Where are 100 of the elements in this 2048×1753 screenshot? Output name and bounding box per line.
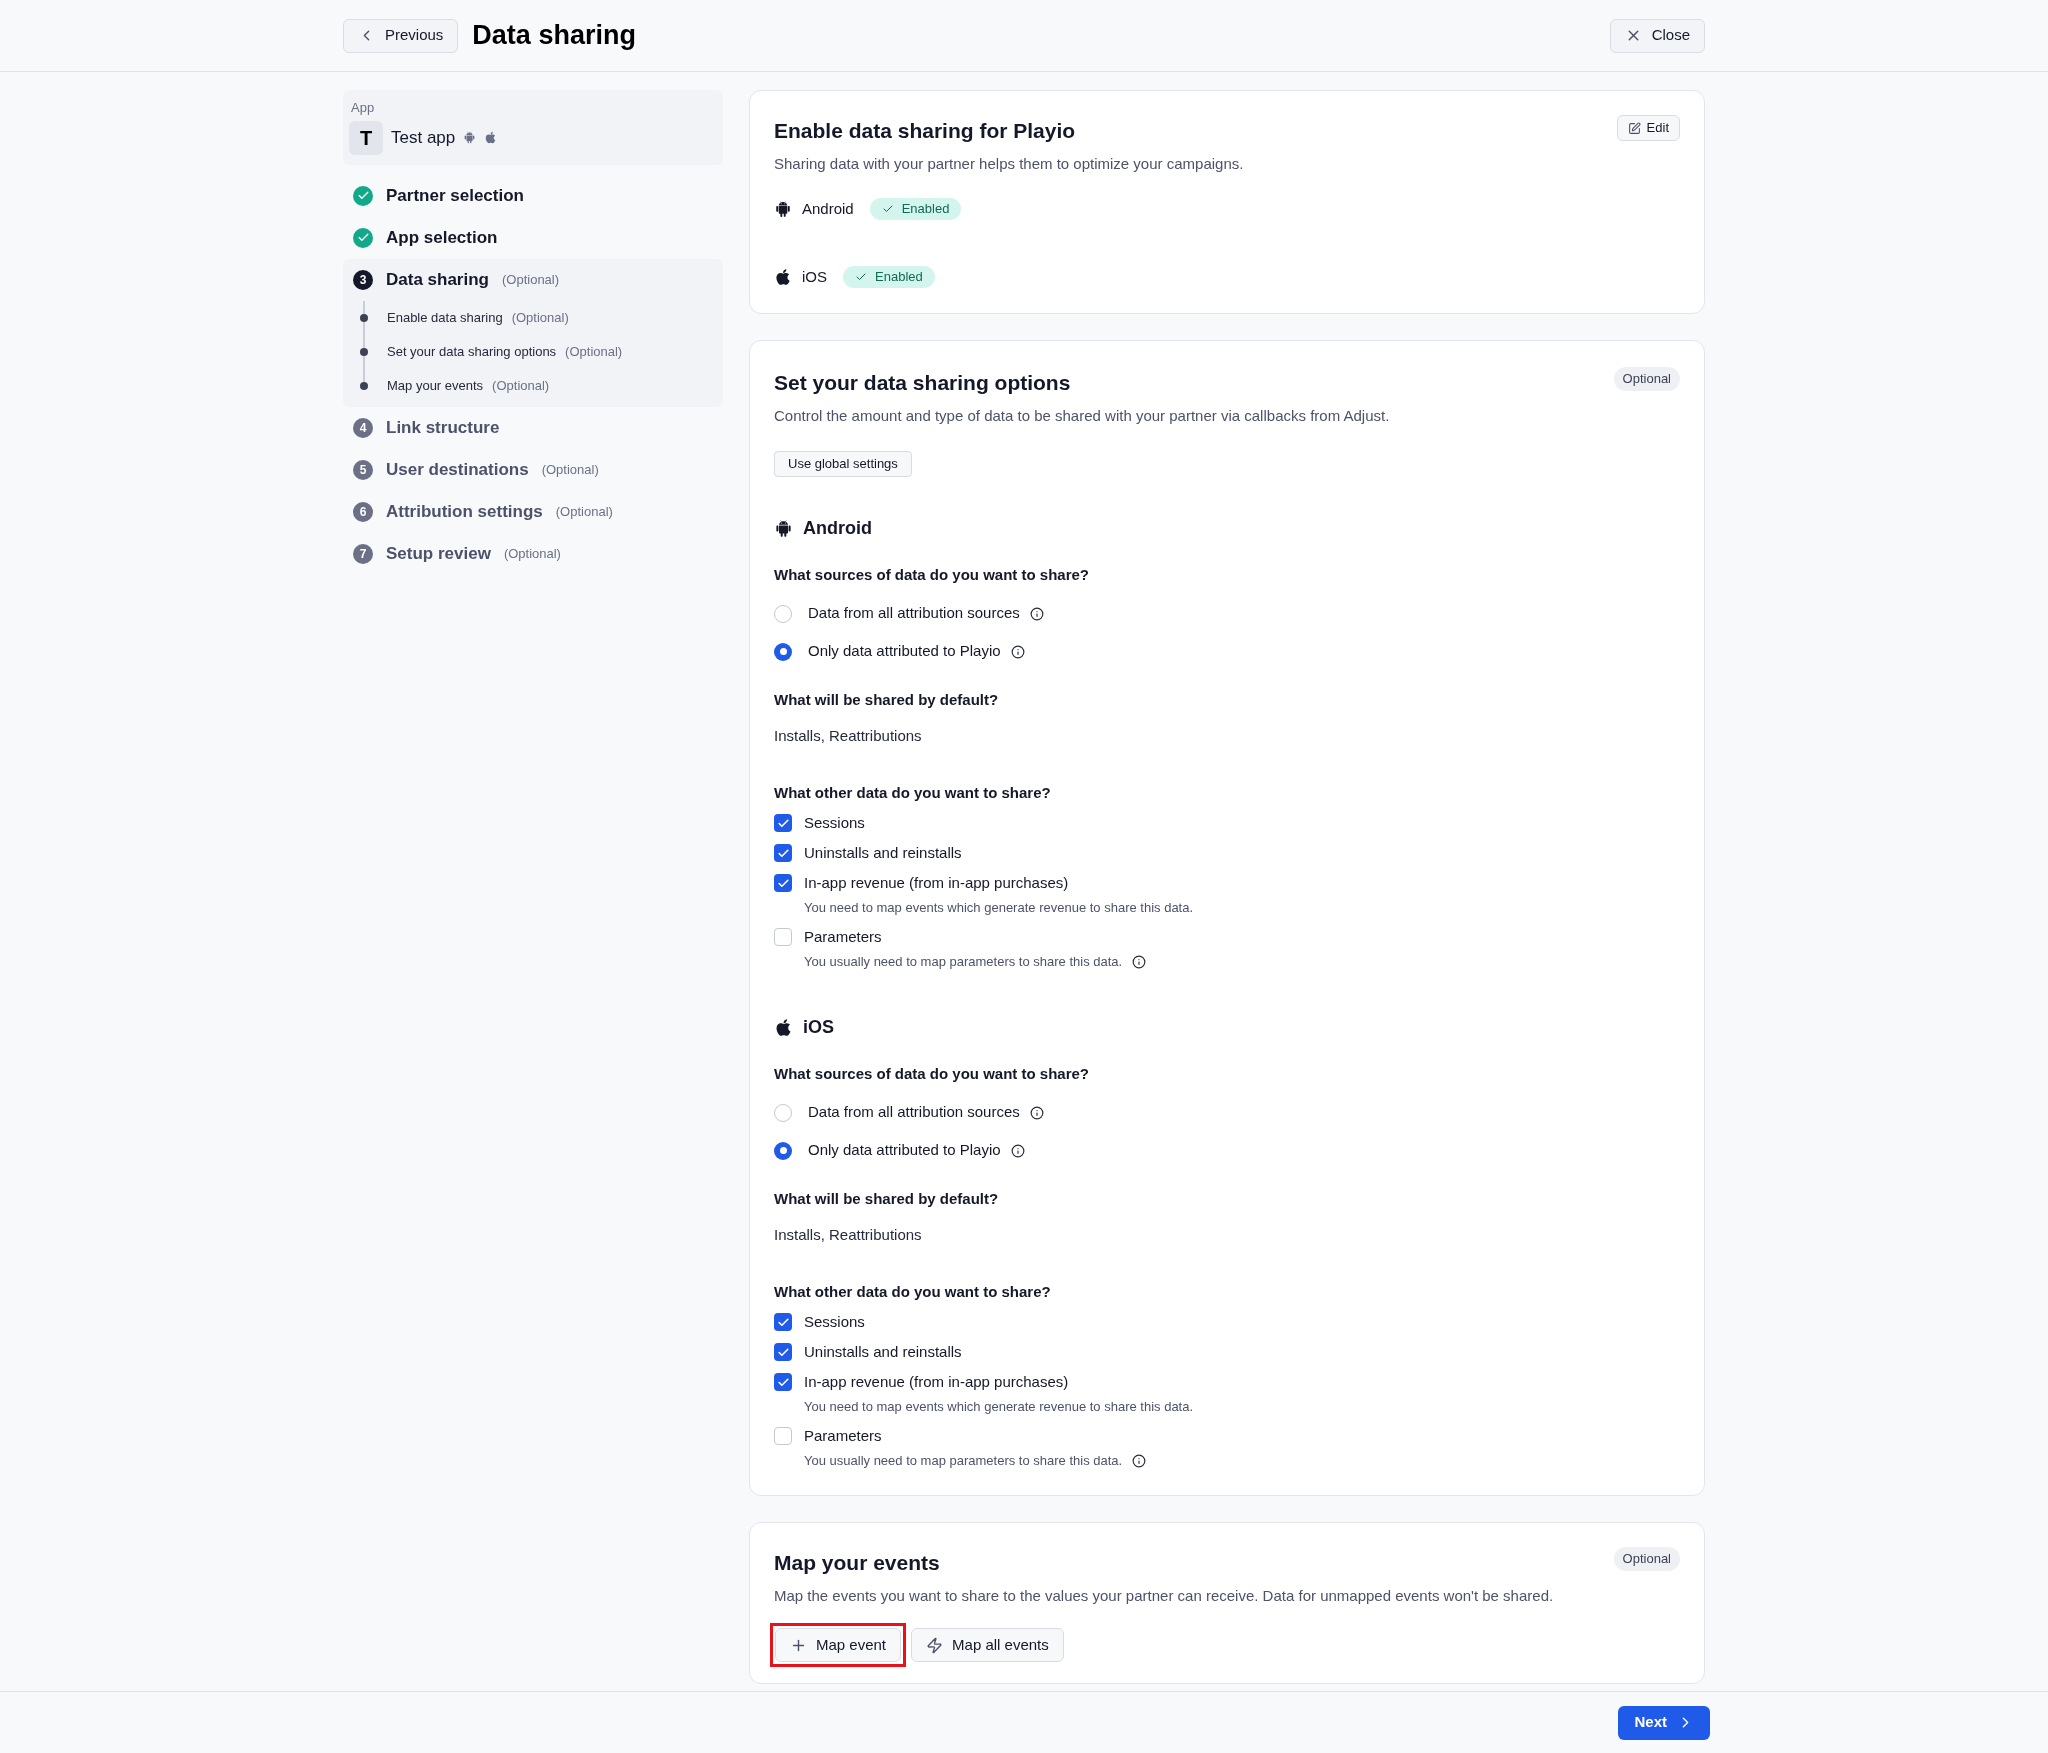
radio-button[interactable] xyxy=(774,642,792,661)
enabled-badge: Enabled xyxy=(843,266,935,288)
helper-text: You usually need to map parameters to share this data. xyxy=(804,953,1123,972)
check-icon xyxy=(776,846,790,860)
check-icon xyxy=(776,1375,790,1389)
checkbox-label: Sessions xyxy=(804,812,865,833)
check-icon xyxy=(776,816,790,830)
helper-text: You need to map events which generate revenue to share this data. xyxy=(804,1398,1194,1417)
step-number: 7 xyxy=(353,543,373,564)
radio-label: Data from all attribution sources xyxy=(808,603,1020,624)
check-icon xyxy=(881,203,894,215)
optional-label: (Optional) xyxy=(503,544,561,563)
step-title[interactable]: Link structure xyxy=(386,414,500,441)
card-title: Enable data sharing for Playio xyxy=(774,118,1076,144)
step-number: 4 xyxy=(353,417,373,438)
radio-button[interactable] xyxy=(774,604,792,623)
checkbox[interactable] xyxy=(774,1373,792,1391)
checkbox[interactable] xyxy=(774,874,792,892)
checkbox-label: Parameters xyxy=(804,926,882,947)
checkbox-label: In-app revenue (from in-app purchases) xyxy=(804,1371,1069,1392)
info-icon[interactable] xyxy=(1010,1143,1025,1158)
check-icon xyxy=(776,876,790,890)
page-title: Data sharing xyxy=(472,19,636,53)
android-icon xyxy=(774,200,792,218)
close-button[interactable]: Close xyxy=(1609,18,1705,53)
checkbox-label: Sessions xyxy=(804,1311,865,1332)
step-title[interactable]: Partner selection xyxy=(386,182,524,209)
step-title[interactable]: App selection xyxy=(386,224,498,251)
info-icon[interactable] xyxy=(1029,1105,1044,1120)
check-icon xyxy=(855,271,867,283)
apple-icon xyxy=(774,1017,793,1037)
optional-label: (Optional) xyxy=(511,308,569,327)
next-button[interactable]: Next xyxy=(1618,1705,1710,1740)
android-icon xyxy=(774,518,793,538)
card-title: Set your data sharing options xyxy=(774,370,1071,396)
android-icon xyxy=(463,131,477,144)
check-icon xyxy=(776,1345,790,1359)
check-icon xyxy=(776,1315,790,1329)
platform-heading: Android xyxy=(803,516,872,540)
radio-label: Only data attributed to Playio xyxy=(808,1140,1001,1161)
card-title: Map your events xyxy=(774,1550,940,1576)
question-heading: What sources of data do you want to share? xyxy=(774,565,1091,585)
substep-title[interactable]: Set your data sharing options xyxy=(387,341,557,362)
step-title[interactable]: Setup review xyxy=(386,540,491,567)
helper-text: You need to map events which generate revenue to share this data. xyxy=(804,899,1194,918)
checkbox-label: Parameters xyxy=(804,1425,882,1446)
card-description: Sharing data with your partner helps them to optimize your campaigns. xyxy=(774,153,1245,174)
apple-icon xyxy=(774,268,792,286)
app-name: Test app xyxy=(391,126,456,149)
edit-button[interactable]: Edit xyxy=(1616,115,1680,141)
radio-label: Data from all attribution sources xyxy=(808,1102,1020,1123)
info-icon[interactable] xyxy=(1029,606,1044,621)
checkbox[interactable] xyxy=(774,928,792,946)
optional-label: (Optional) xyxy=(541,460,599,479)
optional-label: (Optional) xyxy=(555,502,613,521)
checkbox[interactable] xyxy=(774,814,792,832)
checkbox-label: Uninstalls and reinstalls xyxy=(804,1341,962,1362)
map-event-button[interactable]: Map event xyxy=(775,1628,902,1662)
radio-button[interactable] xyxy=(774,1103,792,1122)
question-heading: What other data do you want to share? xyxy=(774,782,1052,803)
helper-text: You usually need to map parameters to share this data. xyxy=(804,1452,1123,1471)
optional-badge: Optional xyxy=(1613,367,1680,391)
question-heading: What other data do you want to share? xyxy=(774,1281,1052,1302)
checkbox[interactable] xyxy=(774,1313,792,1331)
optional-label: (Optional) xyxy=(492,376,550,395)
platform-name: Android xyxy=(802,198,854,219)
checkbox[interactable] xyxy=(774,1343,792,1361)
substep-title[interactable]: Map your events xyxy=(387,375,484,396)
apple-icon xyxy=(484,131,498,144)
checkbox-label: Uninstalls and reinstalls xyxy=(804,842,962,863)
optional-label: (Optional) xyxy=(565,342,623,361)
global-settings-button[interactable]: Use global settings xyxy=(774,451,912,477)
question-heading: What will be shared by default? xyxy=(774,1188,1000,1209)
step-title[interactable]: Attribution settings xyxy=(386,498,543,525)
app-label: App xyxy=(350,99,376,117)
question-heading: What sources of data do you want to share? xyxy=(774,1064,1091,1084)
map-event-button[interactable]: Map all events xyxy=(911,1628,1064,1662)
optional-badge: Optional xyxy=(1613,1547,1680,1571)
previous-button[interactable]: Previous xyxy=(343,18,459,53)
app-avatar: T xyxy=(349,120,383,155)
card-description: Control the amount and type of data to be shared with your partner via callbacks from Adjust. xyxy=(774,405,1391,426)
info-icon[interactable] xyxy=(1132,955,1147,969)
info-icon[interactable] xyxy=(1010,644,1025,659)
default-data-text: Installs, Reattributions xyxy=(774,1225,923,1245)
default-data-text: Installs, Reattributions xyxy=(774,726,923,746)
checkbox[interactable] xyxy=(774,844,792,862)
optional-label: (Optional) xyxy=(502,270,560,289)
edit-icon xyxy=(1627,121,1641,135)
platform-name: iOS xyxy=(802,266,827,287)
step-title[interactable]: Data sharing xyxy=(386,266,489,293)
checkbox-label: In-app revenue (from in-app purchases) xyxy=(804,872,1069,893)
platform-heading: iOS xyxy=(803,1015,834,1039)
info-icon[interactable] xyxy=(1132,1454,1147,1468)
lightning-icon xyxy=(926,1636,944,1654)
substep-title[interactable]: Enable data sharing xyxy=(387,307,503,328)
step-number: 6 xyxy=(353,501,373,522)
step-title[interactable]: User destinations xyxy=(386,456,529,483)
checkbox[interactable] xyxy=(774,1427,792,1445)
card-description: Map the events you want to share to the values your partner can receive. Data for unmapped events won't be shared. xyxy=(773,1585,1555,1606)
radio-button[interactable] xyxy=(774,1141,792,1160)
